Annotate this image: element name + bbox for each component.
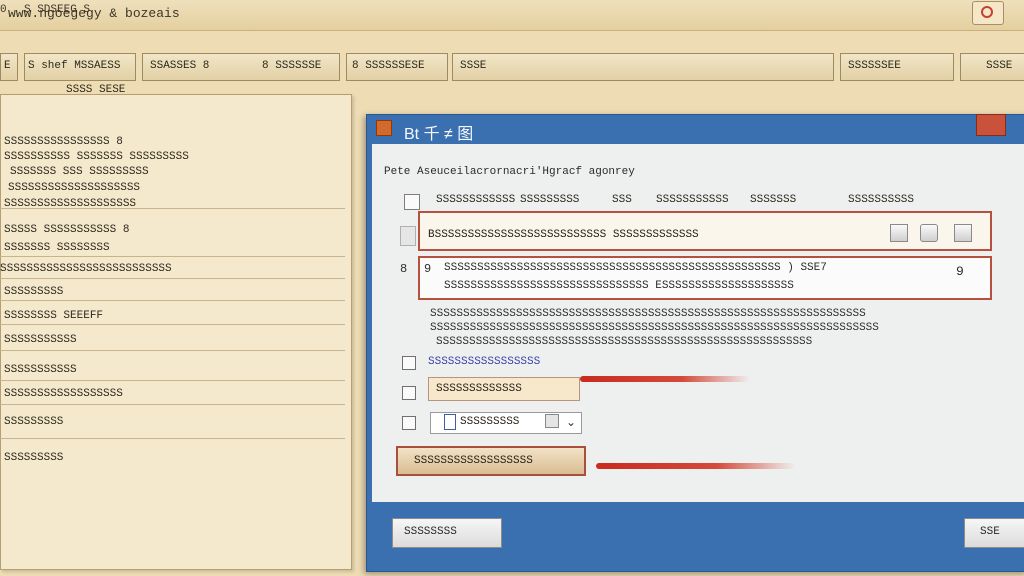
side-handle[interactable]	[400, 226, 416, 246]
toolbar-item-label: 8 SSSSSSE	[262, 60, 322, 72]
list-marker: 9	[424, 262, 432, 276]
dropdown-value: SSSSSSSSS	[460, 416, 520, 428]
left-panel-row[interactable]: SSSSSSSSSS SSSSSSS SSSSSSSSS	[4, 151, 189, 163]
highlight-stroke	[580, 376, 750, 382]
dropdown-square-icon	[545, 414, 559, 428]
left-panel-row[interactable]: SSSSSSSSS	[4, 416, 63, 428]
menu-marker: 0	[0, 4, 7, 16]
toolbar-item-label: SSSSSSEE	[848, 60, 901, 72]
close-button[interactable]	[976, 114, 1006, 136]
left-panel-row[interactable]: SSSSSSSSS	[4, 452, 63, 464]
column-header[interactable]: SSSSSSSSSSS	[656, 194, 729, 206]
dialog-title: Bt 千 ≠ 图	[404, 126, 474, 143]
left-panel-row[interactable]: SSSSSSSSSSS	[4, 364, 77, 376]
dialog-description: Pete Aseuceilacrornacri'Hgracf agonrey	[384, 166, 635, 178]
primary-action-label: SSSSSSSSSSSSSSSSSS	[414, 455, 533, 467]
footer-button-left-label: SSSSSSSS	[404, 526, 457, 538]
left-panel-row[interactable]: SSSSSSSSSSSSSSSSSSSS	[4, 198, 136, 210]
left-panel-row[interactable]: SSSSSSSSSSSSSSSSSS	[4, 388, 123, 400]
left-panel-row[interactable]: SSSSSSSSSSSSSSSSSSSS	[8, 182, 140, 194]
view-toggle-button[interactable]	[954, 224, 972, 242]
toolbar-item-label: SSSE	[986, 60, 1013, 72]
view-toggle-button[interactable]	[890, 224, 908, 242]
note-line: SSSSSSSSSSSSSSSSSSSSSSSSSSSSSSSSSSSSSSSS…	[430, 308, 866, 320]
left-panel-row[interactable]: SSSSSSSSS	[4, 286, 63, 298]
left-panel-row[interactable]: SSSSSSS SSSSSSSS	[4, 242, 110, 254]
app-icon	[376, 120, 392, 136]
note-line: SSSSSSSSSSSSSSSSSSSSSSSSSSSSSSSSSSSSSSSS…	[430, 322, 879, 334]
column-header[interactable]: SSSSSSSSSS	[848, 194, 914, 206]
left-panel-row[interactable]: SSSSSSSSSSSSSSSSSSSSSSSSSS	[0, 263, 172, 275]
option-checkbox[interactable]	[402, 416, 416, 430]
left-panel-row[interactable]: SSSSS SSSSSSSSSSS 8	[4, 224, 129, 236]
left-panel-divider	[0, 324, 345, 325]
column-header[interactable]: SSS	[612, 194, 632, 206]
option-link[interactable]: SSSSSSSSSSSSSSSSS	[428, 356, 540, 368]
list-item[interactable]: SSSSSSSSSSSSSSSSSSSSSSSSSSSSSSSSSSSSSSSS…	[444, 262, 827, 274]
left-panel-row[interactable]: SSSSSSS SSS SSSSSSSSS	[10, 166, 149, 178]
highlight-stroke	[596, 463, 796, 469]
list-count: 9	[956, 264, 964, 279]
left-panel-divider	[0, 300, 345, 301]
note-line: SSSSSSSSSSSSSSSSSSSSSSSSSSSSSSSSSSSSSSSS…	[436, 336, 813, 348]
record-icon	[981, 6, 993, 18]
list-item[interactable]: SSSSSSSSSSSSSSSSSSSSSSSSSSSSSSS ESSSSSSS…	[444, 280, 794, 292]
left-panel-row[interactable]: SSSSSSSSSSS	[4, 334, 77, 346]
left-panel-row[interactable]: SSSSSSSSSSSSSSSS 8	[4, 136, 123, 148]
left-panel-row[interactable]: SSSSSSSS SEEEFF	[4, 310, 103, 322]
toolbar-item-label: E	[4, 60, 11, 72]
toolbar-item-label: 8 SSSSSSESE	[352, 60, 425, 72]
left-panel-divider	[0, 404, 345, 405]
search-input-text: BSSSSSSSSSSSSSSSSSSSSSSSSSS SSSSSSSSSSSS…	[428, 229, 699, 241]
column-header[interactable]: SSSSSSSSS	[520, 194, 579, 206]
option-checkbox[interactable]	[402, 386, 416, 400]
column-header[interactable]: SSSSSSSSSSSS	[436, 194, 515, 206]
toolbar-item-label: S shef MSSAESS	[28, 60, 121, 72]
left-panel-divider	[0, 350, 345, 351]
column-header[interactable]: SSSSSSS	[750, 194, 796, 206]
chevron-down-icon[interactable]: ⌄	[566, 415, 576, 429]
menu-label[interactable]: S SDSEEG S	[24, 4, 90, 16]
option-checkbox[interactable]	[402, 356, 416, 370]
row-marker: 8	[400, 262, 408, 276]
footer-button-right-label: SSE	[980, 526, 1000, 538]
left-panel-divider	[0, 278, 345, 279]
record-button[interactable]	[972, 1, 1004, 25]
view-toggle-button[interactable]	[920, 224, 938, 242]
dropdown-marker	[444, 414, 456, 430]
toolbar-field[interactable]	[452, 53, 834, 81]
left-panel-divider	[0, 256, 345, 257]
left-panel-divider	[0, 380, 345, 381]
toolbar-item-label: SSASSES 8	[150, 60, 210, 72]
toolbar-item-label: SSSE	[460, 60, 487, 72]
option-field-text: SSSSSSSSSSSSS	[436, 383, 522, 395]
left-panel-divider	[0, 438, 345, 439]
left-panel-header: SSSS SESE	[66, 84, 126, 96]
select-all-checkbox[interactable]	[404, 194, 420, 210]
